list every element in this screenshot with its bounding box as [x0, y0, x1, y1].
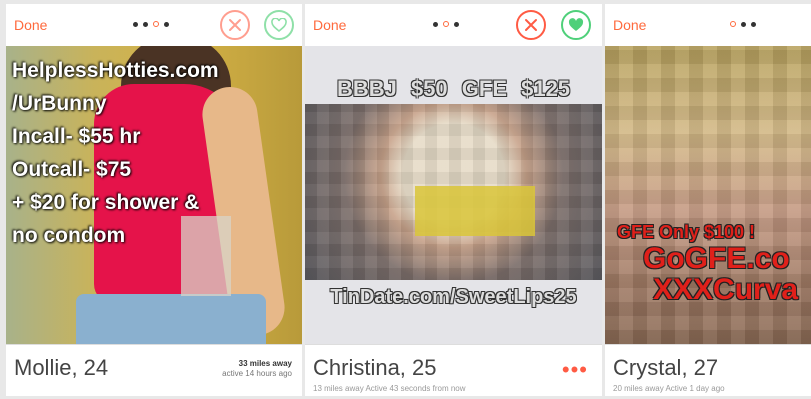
reject-button[interactable] — [220, 10, 250, 40]
profile-name: Crystal, 27 — [613, 355, 719, 380]
reject-button[interactable] — [516, 10, 546, 40]
profile-card-crystal[interactable]: Done GFE Only $100 ! GoGFE.co XXXCurva C… — [605, 4, 811, 396]
profile-meta: 33 miles away active 14 hours ago — [222, 359, 292, 379]
distance-text: 33 miles away — [238, 359, 292, 368]
overlay-line: Outcall- $75 — [12, 158, 132, 181]
photo-caption-top: BBBJ $50 GFE $125 — [336, 76, 571, 101]
page-indicator — [730, 19, 756, 29]
like-button[interactable] — [561, 10, 591, 40]
profile-photo[interactable]: HelplessHotties.com /UrBunny Incall- $55… — [6, 46, 302, 344]
profile-name: Mollie, 24 — [14, 355, 109, 380]
profile-photo[interactable]: BBBJ $50 GFE $125 TinDate.com/SweetLips2… — [305, 46, 602, 344]
page-dot — [133, 21, 138, 27]
card-top-bar: Done — [605, 4, 811, 46]
page-dot — [164, 21, 169, 27]
caption-line: GFE Only $100 ! — [617, 222, 756, 242]
page-dot — [454, 21, 459, 27]
overlay-line: Incall- $55 hr — [12, 125, 141, 148]
page-indicator — [133, 19, 169, 29]
photo-caption-bottom: TinDate.com/SweetLips25 — [330, 286, 577, 308]
photo-overlay-text: HelplessHotties.com /UrBunny Incall- $55… — [12, 54, 219, 252]
like-button[interactable] — [264, 10, 294, 40]
photo-caption: GFE Only $100 ! GoGFE.co XXXCurva — [617, 222, 798, 305]
done-button[interactable]: Done — [613, 17, 646, 33]
heart-icon — [271, 18, 287, 32]
done-button[interactable]: Done — [313, 17, 346, 33]
overlay-line: HelplessHotties.com — [12, 59, 219, 82]
caption-line: XXXCurva — [653, 273, 799, 306]
caption-line: GoGFE.co — [643, 242, 790, 275]
profile-card-christina[interactable]: Done BBBJ $50 GFE $125 TinDate.com/Sweet… — [305, 4, 602, 396]
profile-info: Christina, 25 13 miles away Active 43 se… — [305, 344, 602, 396]
done-button[interactable]: Done — [14, 17, 47, 33]
profile-info: Mollie, 24 33 miles away active 14 hours… — [6, 344, 302, 396]
close-icon — [525, 19, 537, 31]
page-dot-active — [730, 21, 736, 27]
profile-info: Crystal, 27 20 miles away Active 1 day a… — [605, 344, 811, 396]
status-text: 13 miles away Active 43 seconds from now — [313, 384, 466, 393]
page-dot — [741, 21, 746, 27]
page-dot-active — [153, 21, 159, 27]
page-dot-active — [443, 21, 449, 27]
page-dot — [433, 21, 438, 27]
page-dot — [143, 21, 148, 27]
overlay-line: + $20 for shower & — [12, 191, 200, 214]
page-indicator — [433, 19, 459, 29]
profile-card-mollie[interactable]: Done HelplessHotties.com /UrBunny Incall… — [6, 4, 302, 396]
profile-photo[interactable]: GFE Only $100 ! GoGFE.co XXXCurva — [605, 46, 811, 344]
overlay-line: no condom — [12, 224, 126, 247]
card-top-bar: Done — [305, 4, 602, 46]
card-top-bar: Done — [6, 4, 302, 46]
more-options-button[interactable]: ••• — [562, 357, 588, 383]
activity-text: active 14 hours ago — [222, 369, 292, 378]
page-dot — [751, 21, 756, 27]
status-text: 20 miles away Active 1 day ago — [613, 384, 725, 393]
profile-name: Christina, 25 — [313, 355, 437, 380]
close-icon — [229, 19, 241, 31]
overlay-line: /UrBunny — [12, 92, 107, 115]
heart-icon — [568, 18, 584, 31]
